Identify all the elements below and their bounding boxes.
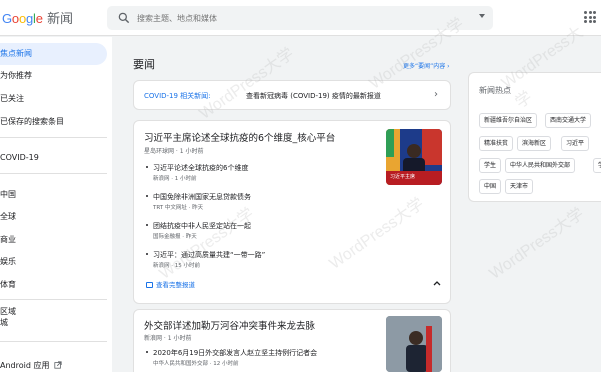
divider	[0, 173, 107, 174]
sidebar-item-top-stories[interactable]: 焦点新闻	[0, 43, 107, 65]
story-card: 习近平主席论述全球抗疫的6个维度_核心平台 星岛环球网 · 1 小时前 习近平主…	[133, 120, 451, 304]
chevron-right-icon: ›	[445, 63, 450, 70]
more-link-label: 更多“要闻”内容	[403, 63, 446, 70]
sidebar-item-for-you[interactable]: 为你推荐	[0, 65, 107, 87]
story-meta: 星岛环球网 · 1 小时前	[144, 148, 204, 155]
covid-tag: COVID-19 相关新闻:	[144, 92, 211, 100]
story-headline[interactable]: 习近平主席论述全球抗疫的6个维度_核心平台	[144, 130, 335, 144]
story-thumbnail[interactable]	[386, 316, 442, 372]
logo-suffix: 新闻	[47, 11, 73, 26]
sidebar-item-region-city[interactable]: 城	[0, 317, 107, 329]
chevron-right-icon: ›	[434, 89, 438, 100]
covid-banner[interactable]: COVID-19 相关新闻: 查看新冠病毒 (COVID-19) 疫情的最新报道…	[133, 80, 451, 110]
bullet	[146, 166, 148, 168]
story-time: 1 小时前	[167, 335, 192, 342]
full-coverage-label: 查看完整报道	[156, 281, 195, 289]
related-title[interactable]: 中国免除非洲国家无息贷款债务	[153, 192, 251, 202]
sidebar-item-sports[interactable]: 体育	[0, 274, 107, 296]
trending-chip[interactable]: 精准扶贫	[479, 136, 514, 151]
related-meta: TRT 中文网址 · 昨天	[153, 205, 204, 211]
trending-title: 新闻热点	[479, 86, 511, 95]
trending-chip[interactable]: 中华人民共和国外交部	[505, 158, 576, 173]
apps-grid-icon[interactable]	[584, 11, 596, 23]
divider	[0, 299, 107, 300]
related-title[interactable]: 习近平：通过高质量共建“一带一路”	[153, 250, 265, 260]
trending-chip[interactable]: 习近平	[561, 136, 590, 151]
search-box[interactable]	[107, 6, 493, 30]
story-time: 1 小时前	[179, 148, 204, 155]
trending-chip[interactable]: 学生	[479, 158, 502, 173]
sidebar-item-following[interactable]: 已关注	[0, 88, 107, 110]
bullet	[146, 224, 148, 226]
sidebar-item-china[interactable]: 中国	[0, 184, 107, 206]
sidebar: 焦点新闻 为你推荐 已关注 已保存的搜索条目 COVID-19 中国 全球 商业…	[0, 37, 112, 372]
trending-chip[interactable]: 中国	[479, 179, 502, 194]
more-top-stories-link[interactable]: 更多“要闻”内容 ›	[403, 61, 450, 70]
story-card: 外交部详述加勒万河谷冲突事件来龙去脉 新浪网 · 1 小时前 2020年6月19…	[133, 309, 451, 372]
divider	[0, 341, 107, 342]
trending-chip[interactable]: 滨海新区	[517, 136, 552, 151]
full-coverage-link[interactable]: 查看完整报道	[146, 279, 195, 289]
bullet	[146, 195, 148, 197]
story-source[interactable]: 星岛环球网	[144, 148, 174, 155]
related-title[interactable]: 2020年6月19日外交部发言人赵立坚主持例行记者会	[153, 348, 317, 358]
full-coverage-icon	[146, 282, 153, 288]
story-meta: 新浪网 · 1 小时前	[144, 335, 192, 342]
section-title: 要闻	[133, 58, 155, 71]
sidebar-item-saved-searches[interactable]: 已保存的搜索条目	[0, 111, 107, 133]
related-meta: 新浪网 · 15 小时前	[153, 263, 201, 269]
trending-panel: 新闻热点 新疆维吾尔自治区 西南交通大学 精准扶贫 滨海新区 习近平 学生 中华…	[468, 72, 601, 202]
related-meta: 中华人民共和国外交部 · 12 小时前	[153, 361, 239, 367]
related-title[interactable]: 习近平论述全球抗疫的6个维度	[153, 163, 248, 173]
trending-chip[interactable]: 新疆维吾尔自治区	[479, 113, 538, 128]
bullet	[146, 351, 148, 353]
story-headline[interactable]: 外交部详述加勒万河谷冲突事件来龙去脉	[144, 318, 315, 332]
related-title[interactable]: 团结抗疫中非人民坚定站在一起	[153, 221, 251, 231]
android-app-label: Android 应用	[0, 361, 50, 370]
covid-message: 查看新冠病毒 (COVID-19) 疫情的最新报道	[246, 92, 381, 100]
sidebar-item-entertainment[interactable]: 娱乐	[0, 251, 107, 273]
watermark: WordPress大学	[486, 205, 588, 283]
search-icon[interactable]	[117, 11, 131, 25]
trending-chip[interactable]: 学	[593, 158, 601, 173]
chevron-down-icon[interactable]	[479, 14, 485, 18]
story-thumbnail[interactable]: 习近平主席	[386, 129, 442, 185]
chevron-up-icon[interactable]	[432, 278, 442, 288]
sidebar-item-android-app[interactable]: Android 应用	[0, 355, 107, 372]
search-input[interactable]	[137, 10, 457, 26]
related-meta: 新浪网 · 1 小时前	[153, 176, 197, 182]
story-image	[386, 316, 442, 372]
external-link-icon	[54, 361, 62, 369]
trending-chip[interactable]: 西南交通大学	[545, 113, 592, 128]
google-news-logo[interactable]: Google 新闻	[2, 8, 73, 27]
sidebar-item-business[interactable]: 商业	[0, 229, 107, 251]
thumb-caption: 习近平主席	[390, 174, 416, 180]
story-source[interactable]: 新浪网	[144, 335, 162, 342]
bullet	[146, 253, 148, 255]
sidebar-item-world[interactable]: 全球	[0, 206, 107, 228]
divider	[0, 137, 107, 138]
sidebar-item-covid[interactable]: COVID-19	[0, 147, 107, 169]
app-header: Google 新闻	[0, 0, 601, 36]
trending-chip[interactable]: 天津市	[505, 179, 534, 194]
related-meta: 国际金融报 · 昨天	[153, 234, 197, 240]
